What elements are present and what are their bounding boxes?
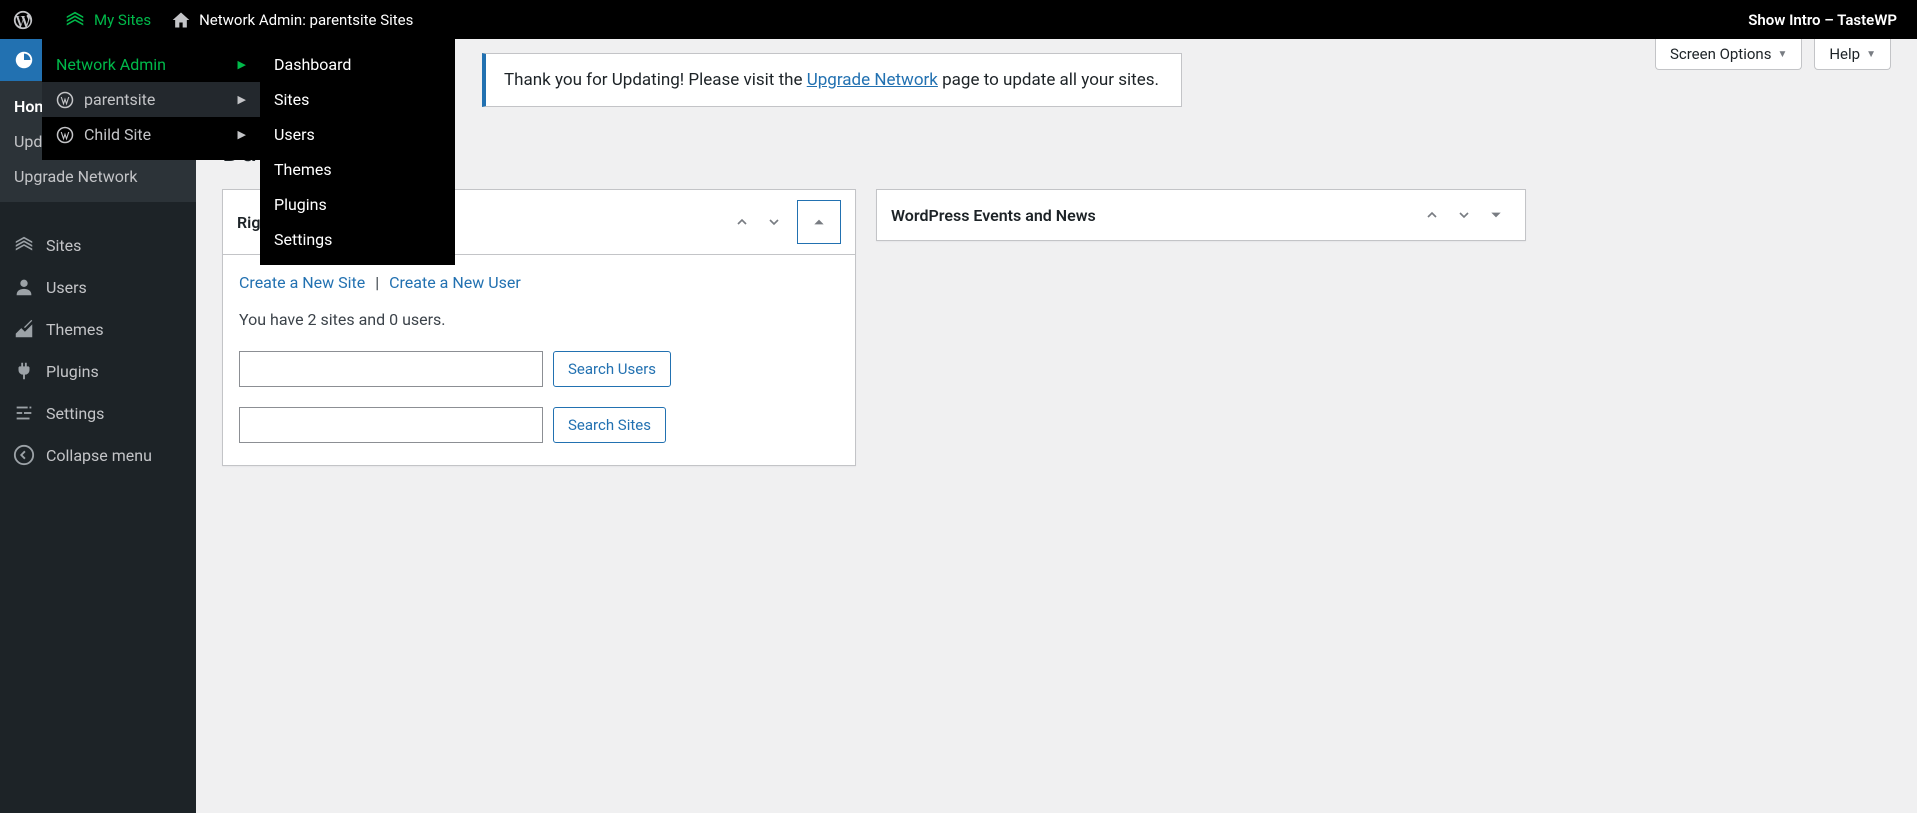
sidebar-item-sites[interactable]: Sites — [0, 224, 196, 266]
search-users-input[interactable] — [239, 351, 543, 387]
help-label: Help — [1829, 45, 1860, 63]
events-controls — [1417, 200, 1511, 230]
flyout-sites[interactable]: Sites — [260, 82, 455, 117]
triangle-down-icon: ▼ — [1866, 49, 1876, 60]
notice-suffix: page to update all your sites. — [938, 70, 1159, 90]
flyout-network-admin[interactable]: Network Admin ▶ — [42, 47, 260, 82]
adminbar-right-link[interactable]: Show Intro – TasteWP — [1748, 11, 1917, 29]
wordpress-icon — [56, 126, 76, 144]
network-admin-title-item[interactable]: Network Admin: parentsite Sites — [161, 0, 423, 39]
flyout-network-admin-label: Network Admin — [56, 55, 166, 74]
stats-line: You have 2 sites and 0 users. — [239, 310, 839, 329]
move-down-button[interactable] — [759, 207, 789, 237]
flyout-site-parentsite[interactable]: parentsite ▶ — [42, 82, 260, 117]
screen-options-button[interactable]: Screen Options ▼ — [1655, 39, 1802, 70]
my-sites-flyout: Network Admin ▶ parentsite ▶ Child Site … — [42, 39, 260, 160]
sidebar-plugins-label: Plugins — [46, 362, 99, 381]
events-news-box: WordPress Events and News — [876, 189, 1526, 241]
flyout-users[interactable]: Users — [260, 117, 455, 152]
sidebar-sub-upgrade-network[interactable]: Upgrade Network — [0, 159, 196, 194]
search-sites-button[interactable]: Search Sites — [553, 407, 666, 443]
sidebar-item-collapse[interactable]: Collapse menu — [0, 434, 196, 476]
flyout-settings[interactable]: Settings — [260, 222, 455, 257]
flyout-site-label: Child Site — [84, 125, 151, 144]
sidebar-users-label: Users — [46, 278, 87, 297]
multisite-icon — [64, 9, 86, 31]
screen-options-label: Screen Options — [1670, 45, 1772, 63]
users-icon — [12, 276, 36, 298]
wordpress-icon — [12, 9, 34, 31]
chevron-right-icon: ▶ — [238, 58, 246, 71]
move-up-button[interactable] — [1417, 200, 1447, 230]
flyout-dashboard[interactable]: Dashboard — [260, 47, 455, 82]
sidebar-themes-label: Themes — [46, 320, 104, 339]
move-up-button[interactable] — [727, 207, 757, 237]
settings-icon — [12, 402, 36, 424]
sidebar-spacer — [0, 202, 196, 224]
adminbar-right-label: Show Intro – TasteWP — [1748, 11, 1897, 29]
flyout-themes[interactable]: Themes — [260, 152, 455, 187]
plugins-icon — [12, 360, 36, 382]
notice-link[interactable]: Upgrade Network — [807, 70, 938, 90]
sites-icon — [12, 234, 36, 256]
help-button[interactable]: Help ▼ — [1814, 39, 1891, 70]
create-site-link[interactable]: Create a New Site — [239, 273, 365, 292]
home-icon — [171, 10, 191, 30]
network-admin-flyout: Dashboard Sites Users Themes Plugins Set… — [260, 39, 455, 265]
sidebar-item-themes[interactable]: Themes — [0, 308, 196, 350]
upgrade-notice: Thank you for Updating! Please visit the… — [482, 53, 1182, 107]
quick-links: Create a New Site | Create a New User — [239, 273, 839, 292]
my-sites-label: My Sites — [94, 11, 151, 29]
sidebar-item-settings[interactable]: Settings — [0, 392, 196, 434]
sidebar-collapse-label: Collapse menu — [46, 446, 152, 465]
right-now-body: Create a New Site | Create a New User Yo… — [223, 255, 855, 465]
collapse-icon — [12, 444, 36, 466]
sidebar-sites-label: Sites — [46, 236, 81, 255]
wp-logo[interactable] — [0, 0, 54, 39]
search-sites-row: Search Sites — [239, 407, 839, 443]
search-users-row: Search Users — [239, 351, 839, 387]
flyout-site-childsite[interactable]: Child Site ▶ — [42, 117, 260, 152]
flyout-plugins[interactable]: Plugins — [260, 187, 455, 222]
sidebar-item-plugins[interactable]: Plugins — [0, 350, 196, 392]
chevron-right-icon: ▶ — [238, 128, 246, 141]
wordpress-icon — [56, 91, 76, 109]
search-users-button[interactable]: Search Users — [553, 351, 671, 387]
flyout-site-label: parentsite — [84, 90, 155, 109]
triangle-down-icon: ▼ — [1777, 49, 1787, 60]
dashboard-widgets: Right Now Create a New Site | — [222, 189, 1891, 466]
create-user-link[interactable]: Create a New User — [389, 273, 521, 292]
themes-icon — [12, 318, 36, 340]
separator: | — [375, 273, 379, 292]
chevron-right-icon: ▶ — [238, 93, 246, 106]
page-title: Dashboard — [222, 135, 1891, 169]
screen-meta: Screen Options ▼ Help ▼ — [1655, 39, 1891, 70]
my-sites-menu[interactable]: My Sites — [54, 0, 161, 39]
right-now-controls — [727, 200, 841, 244]
sidebar-settings-label: Settings — [46, 404, 104, 423]
events-title: WordPress Events and News — [891, 206, 1096, 225]
move-down-button[interactable] — [1449, 200, 1479, 230]
events-header: WordPress Events and News — [877, 190, 1525, 240]
search-sites-input[interactable] — [239, 407, 543, 443]
dashboard-icon — [12, 49, 36, 71]
toggle-panel-button[interactable] — [1481, 200, 1511, 230]
toggle-panel-button[interactable] — [797, 200, 841, 244]
sidebar-item-users[interactable]: Users — [0, 266, 196, 308]
admin-bar: My Sites Network Admin: parentsite Sites… — [0, 0, 1917, 39]
network-admin-title-label: Network Admin: parentsite Sites — [199, 11, 413, 29]
notice-prefix: Thank you for Updating! Please visit the — [504, 70, 807, 90]
